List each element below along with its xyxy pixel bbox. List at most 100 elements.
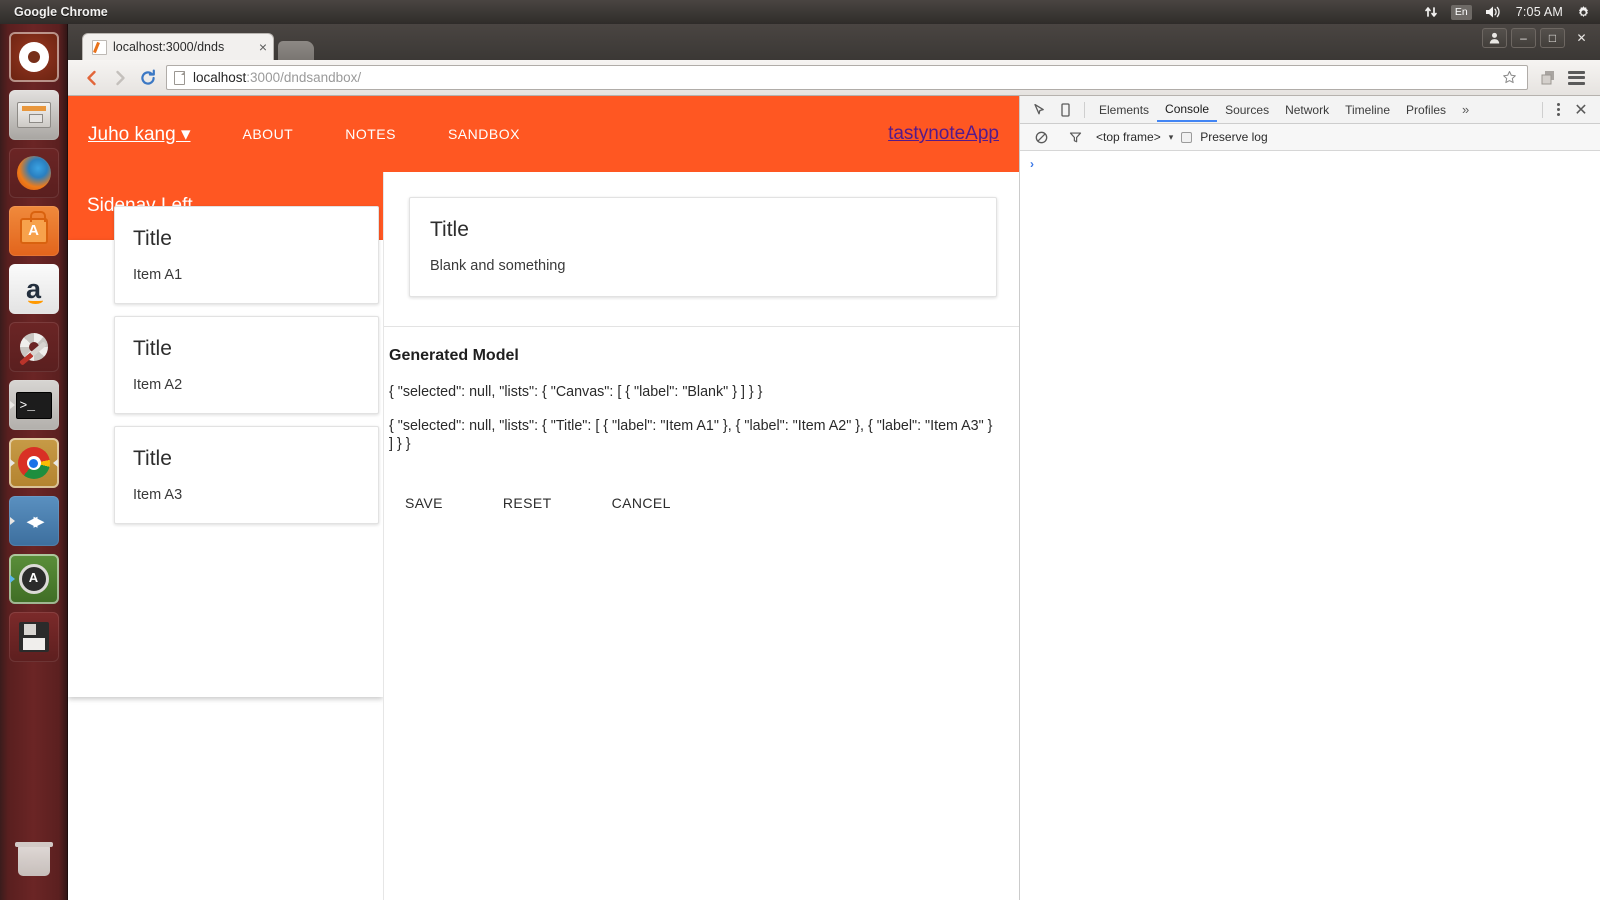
profile-button[interactable]: [1482, 28, 1507, 48]
card-title: Title: [133, 227, 172, 250]
launcher-item-system-settings[interactable]: [8, 322, 59, 372]
nav-link-sandbox[interactable]: SANDBOX: [448, 126, 520, 142]
device-toolbar-icon[interactable]: [1052, 98, 1078, 122]
close-button[interactable]: ✕: [1569, 28, 1594, 48]
brand-link[interactable]: tastynoteApp: [888, 123, 999, 145]
tab-elements[interactable]: Elements: [1091, 98, 1157, 121]
browser-tab[interactable]: localhost:3000/dnds ×: [82, 33, 274, 60]
console-filter-bar: <top frame> ▾ Preserve log: [1020, 124, 1600, 151]
launcher-item-files[interactable]: [8, 90, 59, 140]
model-line: { "selected": null, "lists": { "Title": …: [389, 418, 993, 452]
model-line: { "selected": null, "lists": { "Canvas":…: [389, 384, 763, 400]
preserve-log-label[interactable]: Preserve log: [1200, 130, 1267, 144]
tab-timeline[interactable]: Timeline: [1337, 98, 1398, 121]
chrome-toolbar: localhost:3000/dndsandbox/: [68, 60, 1600, 96]
launcher-item-amazon[interactable]: a: [8, 264, 59, 314]
chrome-icon: [17, 447, 50, 479]
close-tab-icon[interactable]: ×: [259, 40, 267, 54]
reset-button[interactable]: RESET: [487, 487, 568, 519]
running-indicator-icon: [9, 401, 15, 409]
app-toolbar: Juho kang ▾ ABOUT NOTES SANDBOX tastynot…: [68, 96, 1019, 172]
running-indicator-icon: [9, 517, 15, 525]
settings-gear-icon: [19, 333, 48, 361]
address-bar[interactable]: localhost:3000/dndsandbox/: [166, 65, 1528, 90]
new-tab-button[interactable]: [278, 41, 314, 60]
floppy-disk-icon: [18, 622, 49, 652]
active-app-name: Google Chrome: [14, 5, 108, 19]
console-prompt[interactable]: ›: [1030, 157, 1034, 171]
software-center-icon: [19, 211, 48, 244]
bookmark-star-icon[interactable]: [1498, 70, 1520, 85]
launcher-item-terminal[interactable]: >_: [8, 380, 59, 430]
content-panel: Title Blank and something Generated Mode…: [383, 172, 1019, 900]
divider: [1084, 101, 1085, 118]
url-path: :3000/dndsandbox/: [246, 70, 362, 85]
file-manager-icon: [16, 102, 51, 128]
frame-selector[interactable]: <top frame>: [1096, 130, 1161, 144]
amazon-icon: a: [25, 274, 44, 304]
canvas-drop-area[interactable]: Title Blank and something: [384, 172, 1019, 327]
minimize-button[interactable]: –: [1511, 28, 1536, 48]
console-output[interactable]: ›: [1020, 151, 1600, 900]
launcher-item-visual-studio[interactable]: ◂▸: [8, 496, 59, 546]
focused-indicator-icon: [52, 459, 58, 467]
more-tabs-icon[interactable]: »: [1454, 102, 1477, 117]
volume-icon[interactable]: [1485, 5, 1503, 19]
chrome-titlebar[interactable]: localhost:3000/dnds × – □ ✕: [68, 24, 1600, 60]
extension-icon[interactable]: [1534, 64, 1562, 92]
chrome-menu-icon[interactable]: [1562, 64, 1590, 92]
sidenav-card-list: Title Item A1 Title Item A2 Title Item A…: [114, 206, 379, 536]
clear-console-icon[interactable]: [1028, 125, 1054, 149]
page-edit-icon: [92, 39, 107, 55]
launcher-item-trash[interactable]: [9, 836, 59, 886]
launcher-item-ubuntu-dash[interactable]: [8, 32, 59, 82]
list-item[interactable]: Title Item A2: [114, 316, 379, 414]
update-manager-icon: [18, 564, 49, 594]
tab-network[interactable]: Network: [1277, 98, 1337, 121]
launcher-item-firefox[interactable]: [8, 148, 59, 198]
tab-sources[interactable]: Sources: [1217, 98, 1277, 121]
devtools-tabbar: Elements Console Sources Network Timelin…: [1020, 96, 1600, 124]
divider: [1542, 101, 1543, 118]
page-icon: [174, 70, 185, 85]
card-title: Title: [133, 447, 172, 470]
running-indicator-icon: [9, 575, 15, 583]
back-arrow-icon[interactable]: [78, 64, 106, 92]
forward-arrow-icon[interactable]: [106, 64, 134, 92]
close-devtools-icon[interactable]: ✕: [1568, 98, 1594, 122]
tab-title: localhost:3000/dnds: [113, 40, 225, 54]
tab-profiles[interactable]: Profiles: [1398, 98, 1454, 121]
inspect-element-icon[interactable]: [1026, 98, 1052, 122]
card-body: Blank and something: [430, 258, 566, 274]
running-indicator-icon: [9, 459, 15, 467]
list-item[interactable]: Title Item A1: [114, 206, 379, 304]
nav-link-notes[interactable]: NOTES: [345, 126, 396, 142]
filter-icon[interactable]: [1062, 125, 1088, 149]
preserve-log-checkbox[interactable]: [1181, 131, 1193, 143]
save-button[interactable]: SAVE: [389, 487, 459, 519]
system-gear-icon[interactable]: [1576, 5, 1591, 20]
cancel-button[interactable]: CANCEL: [596, 487, 687, 519]
user-menu-button[interactable]: Juho kang ▾: [88, 123, 191, 146]
clock[interactable]: 7:05 AM: [1516, 5, 1563, 19]
canvas-card[interactable]: Title Blank and something: [409, 197, 997, 297]
trash-icon: [15, 842, 53, 876]
more-options-icon[interactable]: [1549, 103, 1568, 116]
maximize-button[interactable]: □: [1540, 28, 1565, 48]
nav-link-about[interactable]: ABOUT: [243, 126, 294, 142]
chevron-down-icon[interactable]: ▾: [1169, 132, 1174, 143]
launcher-item-ubuntu-software[interactable]: [8, 206, 59, 256]
reload-icon[interactable]: [134, 64, 162, 92]
list-item[interactable]: Title Item A3: [114, 426, 379, 524]
terminal-icon: >_: [15, 391, 52, 419]
card-body: Item A3: [133, 487, 183, 503]
visual-studio-icon: ◂▸: [26, 508, 44, 533]
launcher-item-disk-image[interactable]: [8, 612, 59, 662]
tab-console[interactable]: Console: [1157, 97, 1218, 122]
network-transfer-icon[interactable]: [1424, 5, 1438, 19]
launcher-item-software-updater[interactable]: [8, 554, 59, 604]
generated-model-section: Generated Model { "selected": null, "lis…: [384, 327, 1019, 519]
keyboard-layout-indicator[interactable]: En: [1450, 4, 1472, 20]
launcher-item-google-chrome[interactable]: [8, 438, 59, 488]
card-body: Item A2: [133, 377, 183, 393]
